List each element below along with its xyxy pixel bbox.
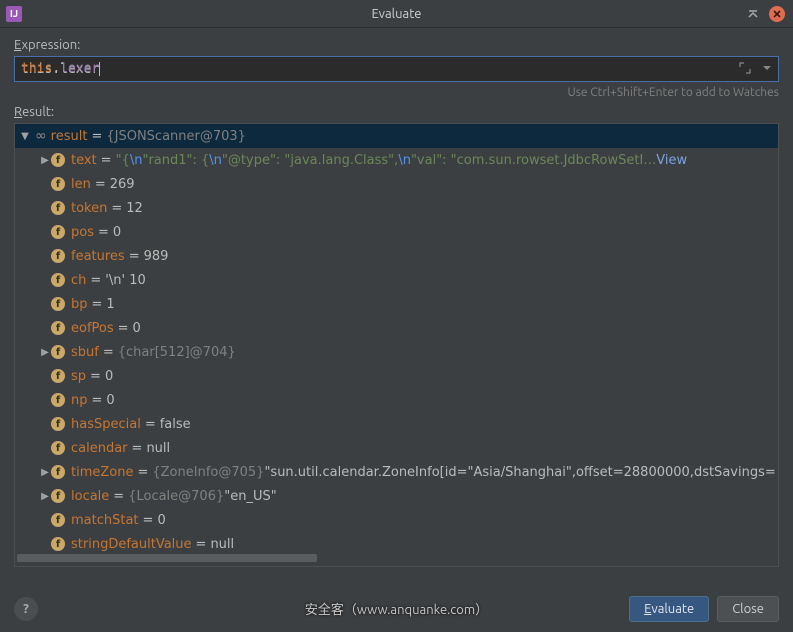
field-icon: f (51, 513, 65, 527)
tree-row[interactable]: ▶ftimeZone = {ZoneInfo@705} "sun.util.ca… (15, 460, 778, 484)
tree-row[interactable]: fsp = 0 (15, 364, 778, 388)
tree-row[interactable]: ffeatures = 989 (15, 244, 778, 268)
tree-row[interactable]: ▶flocale = {Locale@706} "en_US" (15, 484, 778, 508)
field-icon: f (51, 273, 65, 287)
window-title: Evaluate (0, 7, 793, 21)
result-label: Result: (14, 105, 779, 119)
expand-arrow-icon[interactable]: ▶ (39, 347, 51, 358)
tree-row[interactable]: fmatchStat = 0 (15, 508, 778, 532)
close-button[interactable] (769, 6, 785, 22)
field-icon: f (51, 369, 65, 383)
tree-row[interactable]: fpos = 0 (15, 220, 778, 244)
minimize-button[interactable] (745, 6, 761, 22)
shortcut-hint: Use Ctrl+Shift+Enter to add to Watches (14, 86, 779, 99)
field-icon: f (51, 441, 65, 455)
evaluate-button[interactable]: Evaluate (629, 596, 709, 622)
field-icon: f (51, 393, 65, 407)
field-icon: f (51, 153, 65, 167)
expand-arrow-icon[interactable]: ▶ (39, 491, 51, 502)
view-link[interactable]: View (656, 153, 687, 168)
collapse-arrow-icon[interactable]: ▼ (19, 131, 31, 142)
tree-row[interactable]: ▶ftext = "{\n "rand1": {\n "@type": "jav… (15, 148, 778, 172)
help-button[interactable]: ? (14, 597, 38, 621)
tree-row[interactable]: flen = 269 (15, 172, 778, 196)
field-icon: f (51, 249, 65, 263)
tree-row[interactable]: fhasSpecial = false (15, 412, 778, 436)
expand-arrow-icon[interactable]: ▶ (39, 467, 51, 478)
field-icon: f (51, 489, 65, 503)
tree-row[interactable]: ▶fsbuf = {char[512]@704} (15, 340, 778, 364)
tree-row[interactable]: fcalendar = null (15, 436, 778, 460)
tree-row[interactable]: feofPos = 0 (15, 316, 778, 340)
field-icon: f (51, 225, 65, 239)
field-icon: f (51, 465, 65, 479)
field-icon: f (51, 321, 65, 335)
tree-row[interactable]: ftoken = 12 (15, 196, 778, 220)
expression-label: Expression: (14, 38, 779, 52)
result-tree[interactable]: ▼∞result = {JSONScanner@703}▶ftext = "{\… (15, 124, 778, 552)
field-icon: f (51, 417, 65, 431)
expand-arrow-icon[interactable]: ▶ (39, 155, 51, 166)
horizontal-scrollbar[interactable] (17, 552, 776, 564)
field-icon: f (51, 297, 65, 311)
field-icon: f (51, 537, 65, 551)
tree-row[interactable]: fch = '\n' 10 (15, 268, 778, 292)
expression-input[interactable] (14, 56, 779, 82)
result-panel: ▼∞result = {JSONScanner@703}▶ftext = "{\… (14, 123, 779, 567)
close-dialog-button[interactable]: Close (717, 596, 779, 622)
history-dropdown-icon[interactable] (759, 60, 775, 76)
tree-row[interactable]: fnp = 0 (15, 388, 778, 412)
field-icon: f (51, 177, 65, 191)
expand-icon[interactable] (737, 60, 753, 76)
tree-row-root[interactable]: ▼∞result = {JSONScanner@703} (15, 124, 778, 148)
infinity-icon: ∞ (35, 128, 47, 144)
app-icon: IJ (6, 6, 22, 22)
tree-row[interactable]: fstringDefaultValue = null (15, 532, 778, 552)
field-icon: f (51, 201, 65, 215)
field-icon: f (51, 345, 65, 359)
tree-row[interactable]: fbp = 1 (15, 292, 778, 316)
